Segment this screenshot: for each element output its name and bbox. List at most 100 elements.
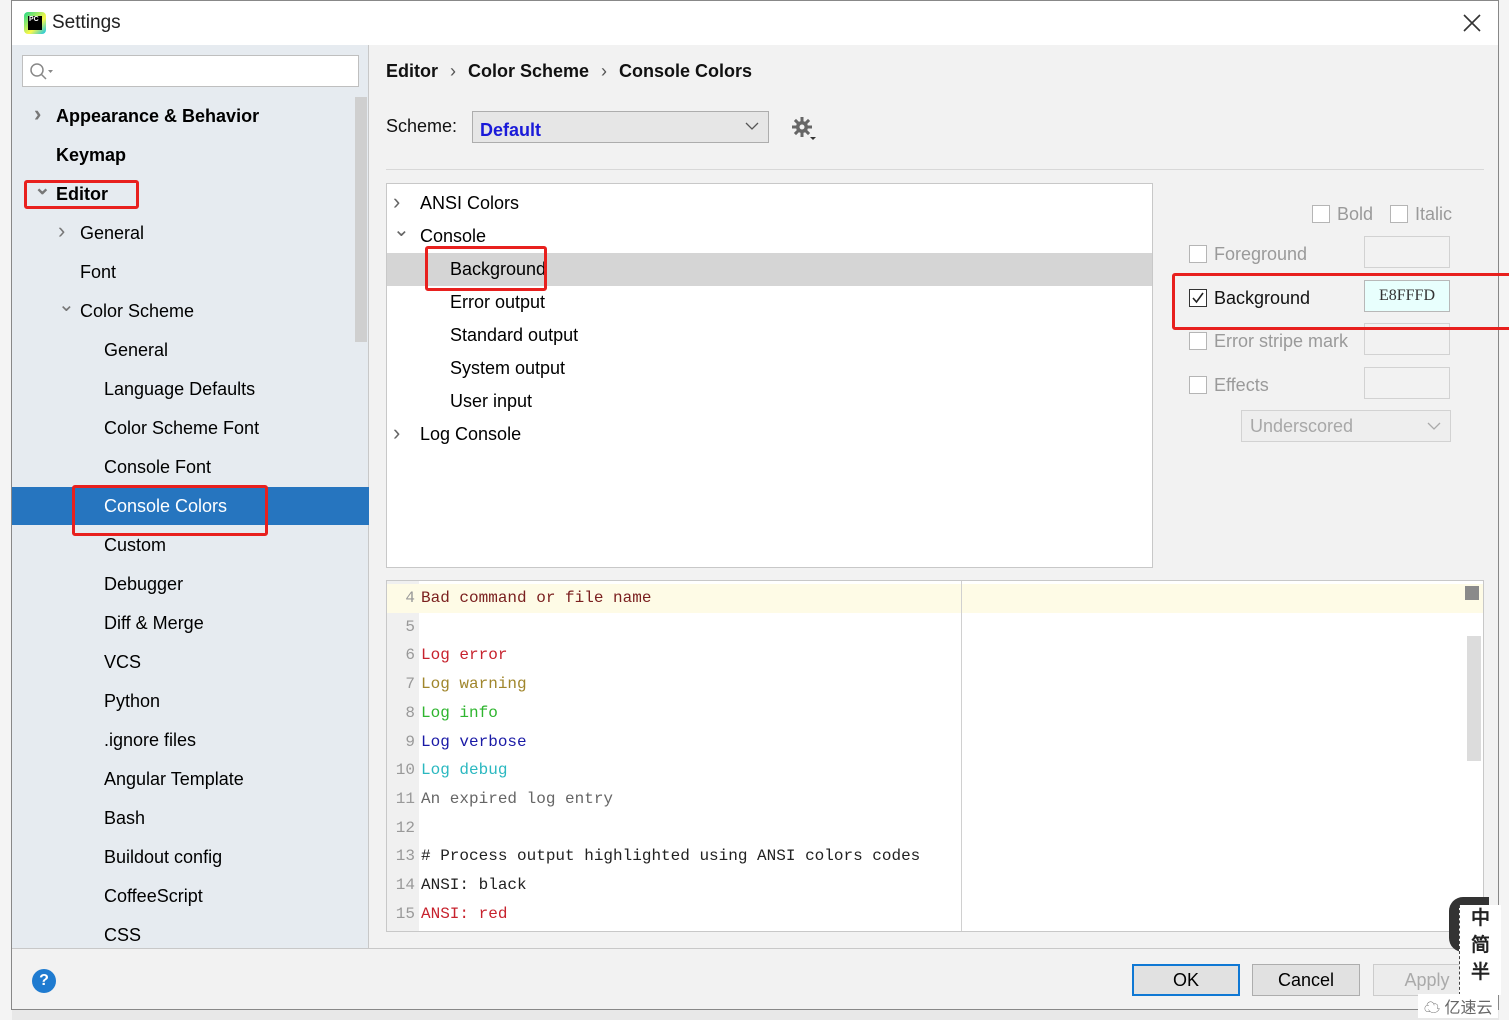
sidebar-item-label: Language Defaults	[104, 379, 256, 399]
attribute-tree-item[interactable]: › ANSI Colors	[387, 187, 1152, 220]
title-bar: PC Settings	[12, 1, 1498, 45]
sidebar-item-label: Python	[104, 691, 161, 711]
cancel-button[interactable]: Cancel	[1252, 964, 1360, 996]
separator	[12, 948, 1500, 949]
chevron-down-icon[interactable]: ⌄	[34, 169, 51, 207]
watermark-text: 亿速云	[1444, 1000, 1493, 1017]
sidebar-item[interactable]: .ignore files	[12, 721, 369, 759]
line-number: 7	[405, 675, 415, 694]
attribute-tree-item[interactable]: ⌄ Console	[387, 219, 1152, 253]
chevron-down-icon[interactable]: ⌄	[393, 214, 410, 247]
attribute-tree-item[interactable]: System output	[387, 352, 1152, 385]
chevron-down-icon	[745, 122, 759, 130]
attribute-tree-item[interactable]: Error output	[387, 286, 1152, 319]
sidebar-item[interactable]: ⌄ Editor	[12, 175, 369, 213]
background-checkbox[interactable]	[1189, 289, 1207, 307]
close-button[interactable]	[1460, 11, 1484, 35]
error-stripe-checkbox[interactable]	[1189, 332, 1207, 350]
chevron-down-icon[interactable]: ⌄	[58, 286, 75, 324]
preview-scrollbar[interactable]	[1467, 636, 1481, 761]
sidebar-item[interactable]: › General	[12, 214, 369, 252]
line-text: ANSI: black	[421, 876, 527, 894]
error-stripe-color-swatch[interactable]	[1364, 323, 1450, 355]
effects-checkbox[interactable]	[1189, 376, 1207, 394]
search-icon	[30, 63, 53, 80]
effects-color-swatch[interactable]	[1364, 367, 1450, 399]
sidebar-item[interactable]: Buildout config	[12, 838, 369, 876]
preview-line: 10 Log debug	[387, 756, 1483, 785]
sidebar-item[interactable]: Keymap	[12, 136, 369, 174]
line-text: Bad command or file name	[421, 589, 652, 607]
attribute-label: Error output	[450, 292, 546, 312]
sidebar-item[interactable]: › Appearance & Behavior	[12, 97, 369, 135]
ok-button[interactable]: OK	[1132, 964, 1240, 996]
window-title: Settings	[52, 12, 121, 33]
background-color-swatch[interactable]: E8FFFD	[1364, 280, 1450, 312]
italic-checkbox[interactable]	[1390, 205, 1408, 223]
chevron-right-icon[interactable]: ›	[58, 212, 65, 250]
effect-type-select[interactable]: Underscored	[1241, 410, 1451, 442]
sidebar-item-label: Diff & Merge	[104, 613, 204, 633]
line-number: 9	[405, 732, 415, 751]
line-number: 14	[395, 876, 415, 894]
watermark: ☁ 亿速云	[1418, 994, 1499, 1018]
scheme-gear-button[interactable]	[790, 115, 818, 148]
settings-main-panel: Editor › Color Scheme › Console Colors Schem…	[370, 45, 1509, 948]
line-text: ANSI: red	[421, 904, 508, 923]
sidebar-item[interactable]: CoffeeScript	[12, 877, 369, 915]
foreground-color-swatch[interactable]	[1364, 236, 1450, 268]
sidebar-item-label: Font	[80, 262, 117, 282]
sidebar-item-label: .ignore files	[104, 730, 197, 750]
attribute-label: Background	[450, 259, 547, 279]
sidebar-item[interactable]: Angular Template	[12, 760, 369, 798]
chevron-right-icon[interactable]: ›	[34, 95, 41, 133]
settings-search-input[interactable]	[22, 55, 359, 87]
settings-dialog: PC Settings › Appearance & Behavior Keymap…	[11, 0, 1509, 1010]
preview-line: 13 # Process output highlighted using ANS…	[387, 842, 1483, 871]
line-number: 8	[405, 703, 415, 722]
sidebar-item-label: Color Scheme Font	[104, 418, 260, 438]
attribute-tree-item[interactable]: Background	[387, 253, 1152, 286]
attribute-tree-item[interactable]: User input	[387, 385, 1152, 418]
inspection-marker	[1465, 586, 1479, 600]
chevron-right-icon[interactable]: ›	[393, 416, 400, 449]
sidebar-item[interactable]: ⌄ Color Scheme	[12, 292, 369, 330]
attribute-label: Standard output	[450, 325, 579, 345]
help-button[interactable]: ?	[32, 969, 56, 993]
color-preview-editor[interactable]: 4 Bad command or file name 5 6 Log error 7 Log…	[386, 580, 1484, 932]
sidebar-item[interactable]: Language Defaults	[12, 370, 369, 408]
foreground-label: Foreground	[1214, 244, 1308, 264]
sidebar-item-label: General	[104, 340, 169, 360]
sidebar-item[interactable]: Color Scheme Font	[12, 409, 369, 447]
scheme-select[interactable]: Default	[472, 111, 769, 143]
line-number: 5	[405, 617, 415, 636]
ime-toolbar[interactable]: 中 简 半	[1449, 897, 1501, 995]
sidebar-item[interactable]: Console Colors	[12, 487, 369, 525]
sidebar-scrollbar[interactable]	[355, 97, 367, 342]
sidebar-item[interactable]: Bash	[12, 799, 369, 837]
sidebar-item[interactable]: General	[12, 331, 369, 369]
sidebar-item[interactable]: Debugger	[12, 565, 369, 603]
italic-label: Italic	[1415, 204, 1453, 224]
sidebar-item[interactable]: Custom	[12, 526, 369, 564]
separator	[386, 169, 1484, 170]
sidebar-item-label: Debugger	[104, 574, 184, 594]
line-text: An expired log entry	[421, 789, 614, 808]
sidebar-item[interactable]: Python	[12, 682, 369, 720]
sidebar-item[interactable]: VCS	[12, 643, 369, 681]
attribute-options: Bold Italic Foreground Background E8FFFD…	[1175, 195, 1485, 445]
line-number: 11	[395, 789, 415, 808]
line-text: # Process output highlighted using ANSI …	[421, 847, 921, 866]
checkmark-icon	[1192, 292, 1204, 304]
bold-checkbox[interactable]	[1312, 205, 1330, 223]
attribute-tree-item[interactable]: Standard output	[387, 319, 1152, 352]
preview-line: 12	[387, 814, 1483, 843]
bold-label: Bold	[1337, 204, 1374, 224]
foreground-checkbox[interactable]	[1189, 245, 1207, 263]
ime-char: 半	[1470, 962, 1490, 983]
sidebar-item[interactable]: Diff & Merge	[12, 604, 369, 642]
background-window-edge	[1499, 0, 1509, 1020]
attribute-tree-item[interactable]: › Log Console	[387, 418, 1152, 451]
sidebar-item-label: Appearance & Behavior	[56, 106, 260, 126]
sidebar-item[interactable]: Console Font	[12, 448, 369, 486]
